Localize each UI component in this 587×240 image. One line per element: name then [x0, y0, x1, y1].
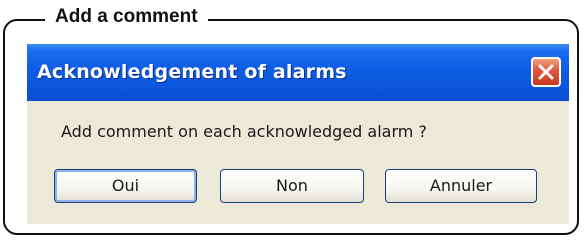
close-icon	[538, 64, 554, 80]
cancel-button[interactable]: Annuler	[385, 169, 537, 203]
no-button[interactable]: Non	[220, 169, 364, 203]
yes-button[interactable]: Oui	[54, 169, 197, 203]
acknowledge-dialog: Acknowledgement of alarms Add comment on…	[27, 44, 569, 224]
dialog-titlebar[interactable]: Acknowledgement of alarms	[27, 44, 569, 101]
dialog-title: Acknowledgement of alarms	[37, 61, 347, 83]
close-button[interactable]	[531, 57, 561, 87]
dialog-message: Add comment on each acknowledged alarm ?	[61, 122, 427, 141]
frame-title: Add a comment	[45, 5, 208, 29]
